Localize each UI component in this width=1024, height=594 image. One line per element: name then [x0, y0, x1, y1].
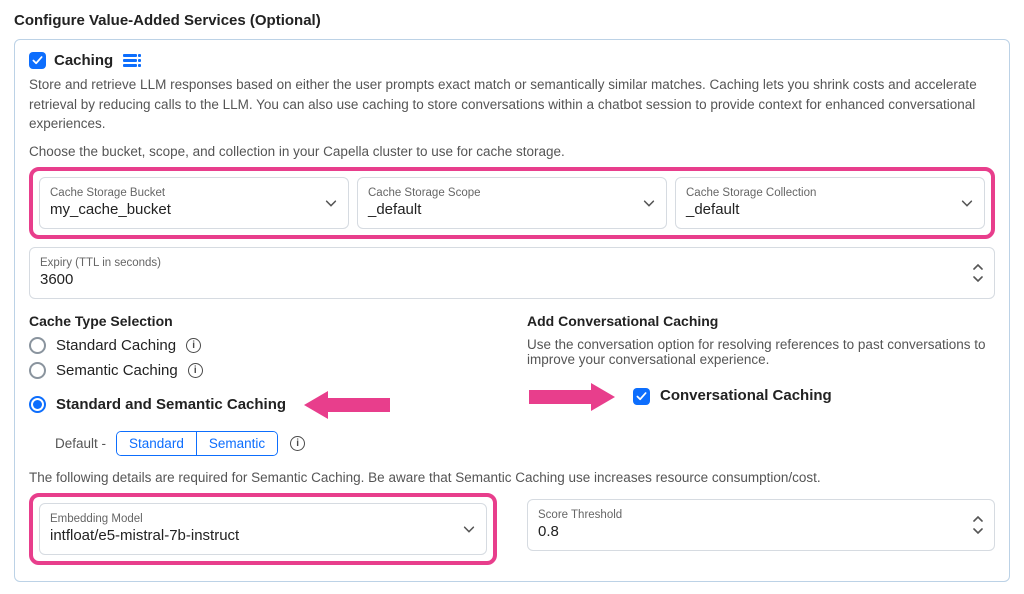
expiry-value: 3600 — [40, 271, 972, 288]
cache-collection-label: Cache Storage Collection — [686, 187, 960, 199]
radio-standard-label: Standard Caching — [56, 337, 176, 354]
radio-icon-selected — [29, 396, 46, 413]
conversational-desc: Use the conversation option for resolvin… — [527, 337, 995, 367]
chevron-down-icon — [973, 275, 983, 283]
expiry-field[interactable]: Expiry (TTL in seconds) 3600 — [29, 247, 995, 299]
conversational-heading: Add Conversational Caching — [527, 313, 995, 329]
cache-type-column: Cache Type Selection Standard Caching i … — [29, 313, 497, 456]
embedding-highlight: Embedding Model intfloat/e5-mistral-7b-i… — [29, 493, 497, 565]
expiry-label: Expiry (TTL in seconds) — [40, 257, 972, 269]
chevron-down-icon — [642, 196, 656, 210]
expiry-stepper-up[interactable] — [972, 262, 984, 272]
score-threshold-field[interactable]: Score Threshold 0.8 — [527, 499, 995, 551]
score-stepper-up[interactable] — [972, 514, 984, 524]
score-value: 0.8 — [538, 523, 972, 540]
radio-semantic[interactable]: Semantic Caching i — [29, 362, 497, 379]
seg-standard-button[interactable]: Standard — [117, 432, 196, 455]
caching-title: Caching — [54, 52, 113, 69]
storage-hint: Choose the bucket, scope, and collection… — [29, 144, 995, 159]
embedding-label: Embedding Model — [50, 513, 462, 525]
semantic-note: The following details are required for S… — [29, 470, 995, 485]
cache-scope-select[interactable]: Cache Storage Scope _default — [357, 177, 667, 229]
chevron-down-icon — [960, 196, 974, 210]
embedding-model-select[interactable]: Embedding Model intfloat/e5-mistral-7b-i… — [39, 503, 487, 555]
chevron-down-icon — [973, 527, 983, 535]
embedding-value: intfloat/e5-mistral-7b-instruct — [50, 527, 462, 544]
options-columns: Cache Type Selection Standard Caching i … — [29, 313, 995, 456]
cache-bucket-select[interactable]: Cache Storage Bucket my_cache_bucket — [39, 177, 349, 229]
chevron-up-icon — [973, 515, 983, 523]
radio-both-row: Standard and Semantic Caching — [29, 387, 497, 423]
default-toggle-row: Default - Standard Semantic i — [55, 431, 497, 456]
page-title: Configure Value-Added Services (Optional… — [14, 12, 1010, 29]
info-icon[interactable]: i — [188, 363, 203, 378]
score-label: Score Threshold — [538, 509, 972, 521]
conversational-row: Conversational Caching — [527, 379, 995, 415]
semantic-fields-row: Embedding Model intfloat/e5-mistral-7b-i… — [29, 493, 995, 565]
chevron-down-icon — [324, 196, 338, 210]
info-icon[interactable]: i — [290, 436, 305, 451]
radio-icon — [29, 337, 46, 354]
conversational-checkbox[interactable] — [633, 388, 650, 405]
conversational-checkbox-group[interactable]: Conversational Caching — [633, 388, 832, 405]
radio-standard[interactable]: Standard Caching i — [29, 337, 497, 354]
radio-icon — [29, 362, 46, 379]
cache-bucket-value: my_cache_bucket — [50, 201, 324, 218]
caching-panel: Caching Store and retrieve LLM responses… — [14, 39, 1010, 582]
check-icon — [32, 55, 43, 66]
caching-checkbox[interactable] — [29, 52, 46, 69]
arrow-left-icon — [302, 387, 392, 423]
radio-both[interactable]: Standard and Semantic Caching — [29, 396, 286, 413]
expiry-stepper-down[interactable] — [972, 274, 984, 284]
cache-collection-select[interactable]: Cache Storage Collection _default — [675, 177, 985, 229]
score-stepper — [972, 514, 984, 536]
expiry-stepper — [972, 262, 984, 284]
cache-scope-value: _default — [368, 201, 642, 218]
info-icon[interactable]: i — [186, 338, 201, 353]
storage-row: Cache Storage Bucket my_cache_bucket Cac… — [39, 177, 985, 229]
cache-type-heading: Cache Type Selection — [29, 313, 497, 329]
radio-both-label: Standard and Semantic Caching — [56, 396, 286, 413]
conversational-label: Conversational Caching — [660, 387, 832, 404]
radio-semantic-label: Semantic Caching — [56, 362, 178, 379]
check-icon — [636, 391, 647, 402]
arrow-left-annotation — [302, 387, 392, 423]
arrow-right-annotation — [527, 379, 617, 415]
score-stepper-down[interactable] — [972, 526, 984, 536]
seg-semantic-button[interactable]: Semantic — [196, 432, 277, 455]
caching-description: Store and retrieve LLM responses based o… — [29, 75, 995, 134]
caching-stack-icon — [123, 54, 137, 67]
default-segmented: Standard Semantic — [116, 431, 278, 456]
arrow-right-icon — [527, 379, 617, 415]
cache-scope-label: Cache Storage Scope — [368, 187, 642, 199]
cache-collection-value: _default — [686, 201, 960, 218]
conversational-column: Add Conversational Caching Use the conve… — [527, 313, 995, 456]
storage-highlight: Cache Storage Bucket my_cache_bucket Cac… — [29, 167, 995, 239]
default-label: Default - — [55, 436, 106, 451]
panel-header: Caching — [29, 52, 995, 69]
chevron-up-icon — [973, 263, 983, 271]
cache-bucket-label: Cache Storage Bucket — [50, 187, 324, 199]
